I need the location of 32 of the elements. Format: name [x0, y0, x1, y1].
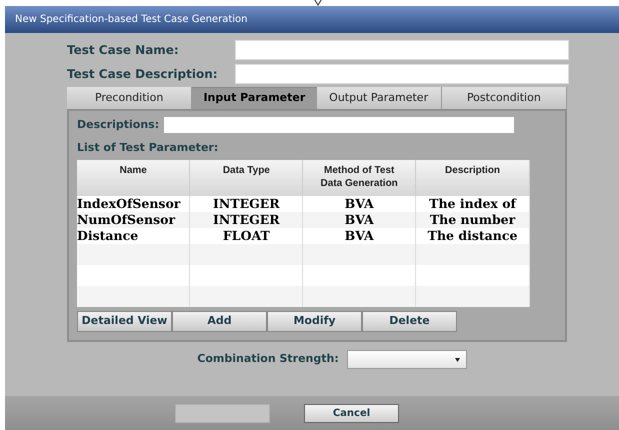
field-label: Descriptions: [77, 117, 160, 133]
tab[interactable]: Input Parameter [192, 87, 316, 109]
caret-icon [454, 358, 460, 362]
table-cell: The number [430, 212, 516, 227]
table-cell: IndexOfSensor [77, 196, 180, 211]
section-label: List of Test Parameter: [77, 140, 220, 156]
table-cell: INTEGER [213, 196, 280, 211]
table-cell: INTEGER [213, 212, 280, 227]
list-button[interactable]: Modify [267, 311, 362, 332]
table-cell: Distance [77, 228, 138, 243]
table-cell: The distance [428, 228, 518, 243]
list-button[interactable]: Add [172, 311, 267, 332]
table-cell: The index of [429, 196, 516, 211]
list-button[interactable]: Delete [362, 311, 457, 332]
tab[interactable]: Precondition [67, 87, 192, 109]
field-label: Test Case Description: [67, 66, 219, 83]
dialog-button[interactable]: Cancel [304, 404, 399, 422]
descriptions-field[interactable] [164, 117, 514, 134]
window-title: New Specification-based Test Case Generation [5, 6, 619, 33]
field-label: Test Case Name: [67, 42, 180, 59]
table-cell: BVA [344, 196, 374, 211]
description-field[interactable] [235, 64, 569, 84]
table-cell: BVA [344, 228, 374, 243]
tab[interactable]: Output Parameter [316, 87, 442, 109]
field-label: Combination Strength: [197, 351, 339, 368]
table-cell: FLOAT [222, 228, 270, 243]
table-cell: NumOfSensor [77, 212, 176, 227]
combination-dropdown[interactable] [346, 350, 467, 369]
tab[interactable]: Postcondition [442, 87, 567, 109]
name-field[interactable] [235, 40, 569, 60]
list-button[interactable]: Detailed View [77, 311, 172, 332]
table-cell: BVA [344, 212, 374, 227]
